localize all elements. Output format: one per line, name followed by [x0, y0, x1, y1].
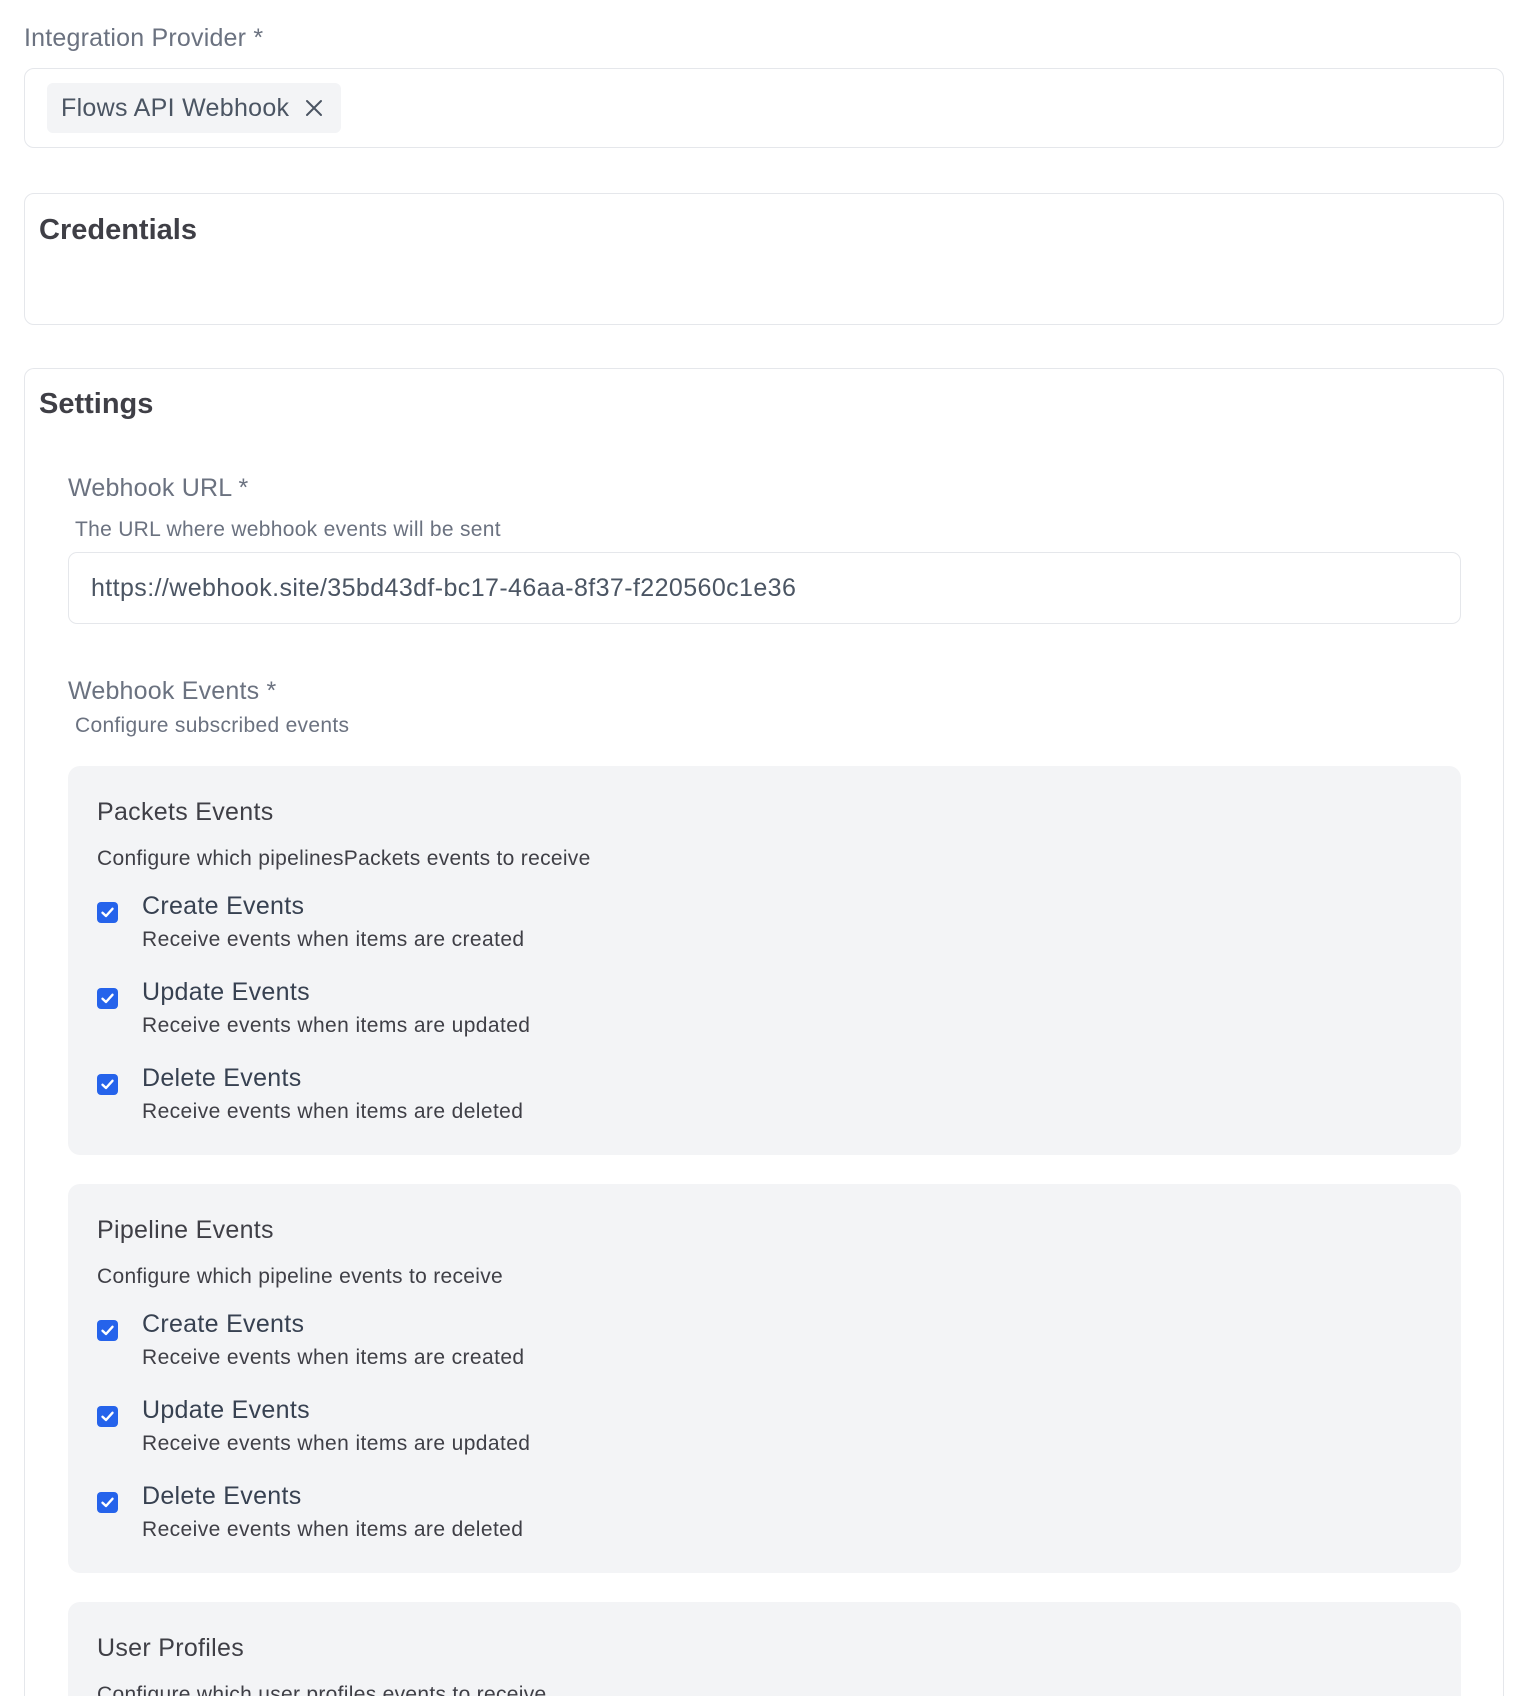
option-label: Create Events — [142, 1310, 305, 1338]
checkbox-checked[interactable] — [97, 1074, 118, 1095]
checkmark-icon — [101, 1325, 114, 1336]
option-create-events[interactable]: Create Events Receive events when items … — [97, 1310, 997, 1386]
webhook-events-label: Webhook Events * — [68, 677, 277, 705]
checkbox-checked[interactable] — [97, 988, 118, 1009]
provider-chip: Flows API Webhook — [47, 83, 342, 133]
group-description: Configure which pipelinesPackets events … — [97, 847, 591, 870]
option-label: Update Events — [142, 978, 310, 1006]
checkmark-icon — [101, 907, 114, 918]
option-description: Receive events when items are deleted — [142, 1100, 524, 1123]
checkbox-checked[interactable] — [97, 902, 118, 923]
group-title: Packets Events — [97, 798, 274, 826]
option-description: Receive events when items are deleted — [142, 1518, 524, 1541]
checkbox-checked[interactable] — [97, 1492, 118, 1513]
group-description: Configure which user profiles events to … — [97, 1683, 547, 1696]
provider-chip-label: Flows API Webhook — [61, 93, 290, 122]
group-title: Pipeline Events — [97, 1216, 274, 1244]
option-delete-events[interactable]: Delete Events Receive events when items … — [97, 1482, 997, 1558]
option-label: Update Events — [142, 1396, 310, 1424]
webhook-url-input[interactable] — [68, 552, 1461, 624]
webhook-events-help: Configure subscribed events — [75, 714, 350, 737]
event-group-packets: Packets Events Configure which pipelines… — [68, 766, 1461, 1155]
option-description: Receive events when items are updated — [142, 1014, 531, 1037]
option-label: Create Events — [142, 892, 305, 920]
checkmark-icon — [101, 1497, 114, 1508]
option-delete-events[interactable]: Delete Events Receive events when items … — [97, 1064, 997, 1140]
option-update-events[interactable]: Update Events Receive events when items … — [97, 978, 997, 1054]
checkbox-checked[interactable] — [97, 1406, 118, 1427]
option-label: Delete Events — [142, 1482, 302, 1510]
integration-form: Integration Provider * Flows API Webhook… — [0, 0, 1531, 1696]
settings-title: Settings — [39, 388, 154, 420]
webhook-url-help: The URL where webhook events will be sen… — [75, 518, 501, 541]
checkmark-icon — [101, 1079, 114, 1090]
credentials-section: Credentials — [24, 193, 1504, 325]
provider-label: Integration Provider * — [24, 24, 264, 52]
option-create-events[interactable]: Create Events Receive events when items … — [97, 892, 997, 968]
option-update-events[interactable]: Update Events Receive events when items … — [97, 1396, 997, 1472]
checkmark-icon — [101, 1411, 114, 1422]
event-group-user-profiles: User Profiles Configure which user profi… — [68, 1602, 1461, 1696]
event-group-pipeline: Pipeline Events Configure which pipeline… — [68, 1184, 1461, 1573]
checkbox-checked[interactable] — [97, 1320, 118, 1341]
close-icon[interactable] — [303, 97, 325, 119]
checkmark-icon — [101, 993, 114, 1004]
credentials-title: Credentials — [39, 214, 197, 246]
option-description: Receive events when items are created — [142, 1346, 525, 1369]
option-description: Receive events when items are created — [142, 928, 525, 951]
group-description: Configure which pipeline events to recei… — [97, 1265, 503, 1288]
option-description: Receive events when items are updated — [142, 1432, 531, 1455]
group-title: User Profiles — [97, 1634, 244, 1662]
option-label: Delete Events — [142, 1064, 302, 1092]
provider-select[interactable]: Flows API Webhook — [24, 68, 1504, 148]
webhook-url-label: Webhook URL * — [68, 474, 249, 502]
